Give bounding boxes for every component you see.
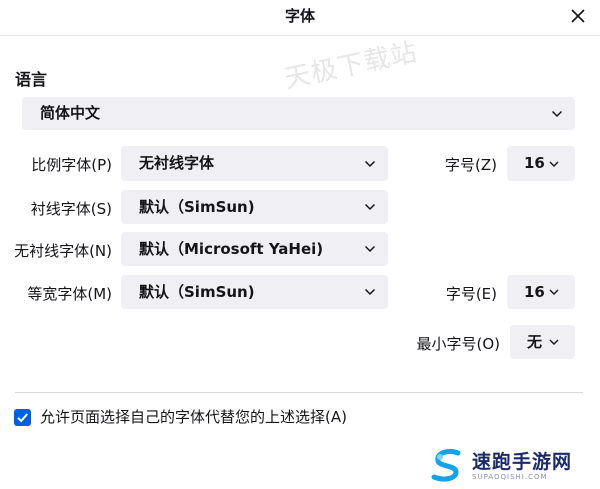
allow-pages-fonts-label[interactable]: 允许页面选择自己的字体代替您的上述选择(A)	[40, 406, 347, 427]
logo-subtitle: SUPAOQISHI.COM	[472, 473, 548, 481]
site-logo: 速跑手游网 SUPAOQISHI.COM	[428, 445, 598, 485]
logo-swirl-icon	[431, 448, 461, 482]
title-bar: 字体	[0, 0, 600, 36]
chevron-down-icon	[549, 339, 559, 346]
language-select-value: 简体中文	[40, 104, 101, 122]
close-button[interactable]	[566, 4, 590, 28]
chevron-down-icon	[549, 161, 559, 168]
monospace-size-select[interactable]: 16	[507, 275, 575, 309]
language-section-title: 语言	[15, 70, 48, 89]
sans-serif-font-select[interactable]: 默认（Microsoft YaHei)	[121, 232, 388, 266]
chevron-down-icon	[551, 110, 563, 118]
minimum-size-select[interactable]: 无	[510, 325, 575, 359]
sans-serif-font-value: 默认（Microsoft YaHei)	[139, 240, 324, 258]
monospace-font-label: 等宽字体(M)	[27, 285, 112, 303]
proportional-size-value: 16	[524, 154, 545, 172]
proportional-size-select[interactable]: 16	[507, 146, 575, 181]
chevron-down-icon	[364, 245, 376, 253]
monospace-font-value: 默认（SimSun)	[139, 283, 255, 301]
logo-name: 速跑手游网	[472, 451, 573, 473]
proportional-font-label: 比例字体(P)	[31, 156, 112, 174]
chevron-down-icon	[364, 160, 376, 168]
chevron-down-icon	[364, 203, 376, 211]
minimum-size-value: 无	[527, 333, 543, 351]
sans-serif-font-label: 无衬线字体(N)	[14, 242, 112, 260]
language-select[interactable]: 简体中文	[22, 97, 575, 130]
proportional-font-value: 无衬线字体	[139, 154, 215, 172]
serif-font-value: 默认（SimSun)	[139, 198, 255, 216]
proportional-size-label: 字号(Z)	[445, 156, 497, 174]
close-icon	[571, 9, 585, 23]
chevron-down-icon	[364, 288, 376, 296]
serif-font-label: 衬线字体(S)	[30, 200, 112, 218]
checkmark-icon	[17, 413, 28, 423]
monospace-size-label: 字号(E)	[445, 285, 497, 303]
proportional-font-select[interactable]: 无衬线字体	[121, 146, 388, 181]
monospace-font-select[interactable]: 默认（SimSun)	[121, 275, 388, 309]
watermark: 天极下载站	[281, 37, 421, 95]
dialog-title: 字体	[284, 7, 315, 25]
monospace-size-value: 16	[524, 283, 545, 301]
divider	[15, 392, 583, 393]
serif-font-select[interactable]: 默认（SimSun)	[121, 190, 388, 224]
minimum-size-label: 最小字号(O)	[416, 335, 500, 353]
allow-pages-fonts-checkbox[interactable]	[14, 409, 31, 426]
chevron-down-icon	[549, 289, 559, 296]
